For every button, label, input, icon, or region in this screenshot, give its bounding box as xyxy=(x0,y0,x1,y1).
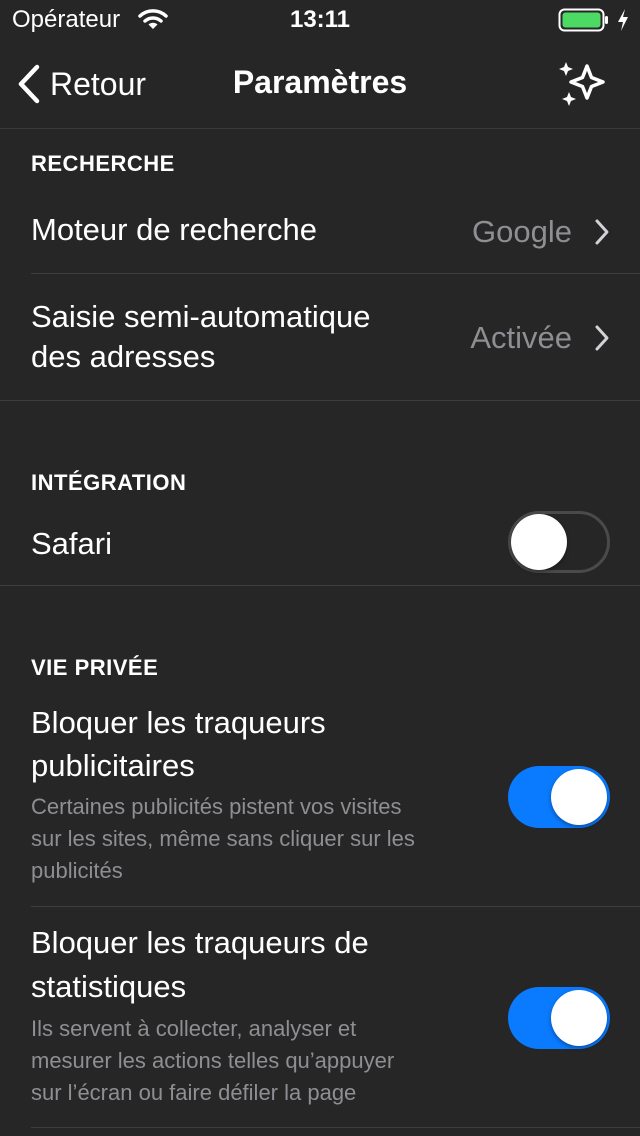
stats-trackers-desc-line2: mesurer les actions telles qu’appuyer xyxy=(31,1048,395,1073)
charging-icon xyxy=(616,8,630,37)
stats-trackers-desc-line3: sur l’écran ou faire défiler la page xyxy=(31,1080,357,1105)
status-bar: Opérateur 13:11 xyxy=(0,0,640,40)
toggle-knob xyxy=(511,514,567,570)
chevron-right-icon xyxy=(595,325,609,351)
separator xyxy=(31,1127,640,1128)
stats-trackers-title-line1: Bloquer les traqueurs de xyxy=(31,925,369,960)
separator xyxy=(0,400,640,401)
stats-trackers-title-line2: statistiques xyxy=(31,969,187,1004)
section-header-search: RECHERCHE xyxy=(31,151,175,176)
navigation-bar: Retour Paramètres xyxy=(0,40,640,129)
search-engine-value: Google xyxy=(472,214,572,249)
chevron-right-icon xyxy=(595,219,609,245)
stats-trackers-desc-line1: Ils servent à collecter, analyser et xyxy=(31,1016,357,1041)
safari-row: Safari xyxy=(0,508,640,585)
ad-trackers-title-line2: publicitaires xyxy=(31,748,195,783)
safari-label: Safari xyxy=(31,526,112,561)
toggle-knob xyxy=(551,990,607,1046)
address-autocomplete-row[interactable]: Saisie semi-automatique des adresses Act… xyxy=(0,274,640,400)
autocomplete-label-line2: des adresses xyxy=(31,339,216,374)
page-title: Paramètres xyxy=(232,64,408,100)
stats-trackers-toggle[interactable] xyxy=(508,987,610,1049)
ad-trackers-desc-line1: Certaines publicités pistent vos visites xyxy=(31,794,402,819)
ad-trackers-title-line1: Bloquer les traqueurs xyxy=(31,705,326,740)
safari-toggle[interactable] xyxy=(508,511,610,573)
battery-icon xyxy=(558,8,610,37)
section-header-privacy: VIE PRIVÉE xyxy=(31,655,159,680)
search-engine-label: Moteur de recherche xyxy=(31,212,318,247)
ad-trackers-row: Bloquer les traqueurs publicitaires Cert… xyxy=(0,700,640,906)
ad-trackers-desc-line3: publicités xyxy=(31,858,123,883)
separator xyxy=(0,585,640,586)
toggle-knob xyxy=(551,769,607,825)
ad-trackers-toggle[interactable] xyxy=(508,766,610,828)
sparkles-icon xyxy=(559,62,605,106)
section-header-integration: INTÉGRATION xyxy=(31,470,187,495)
stats-trackers-row: Bloquer les traqueurs de statistiques Il… xyxy=(0,907,640,1127)
ad-trackers-desc-line2: sur les sites, même sans cliquer sur les xyxy=(31,826,415,851)
autocomplete-label-line1: Saisie semi-automatique xyxy=(31,299,371,334)
sparkles-button[interactable] xyxy=(556,56,612,112)
status-time: 13:11 xyxy=(289,6,351,33)
autocomplete-value: Activée xyxy=(470,320,572,355)
search-engine-row[interactable]: Moteur de recherche Google xyxy=(0,190,640,274)
